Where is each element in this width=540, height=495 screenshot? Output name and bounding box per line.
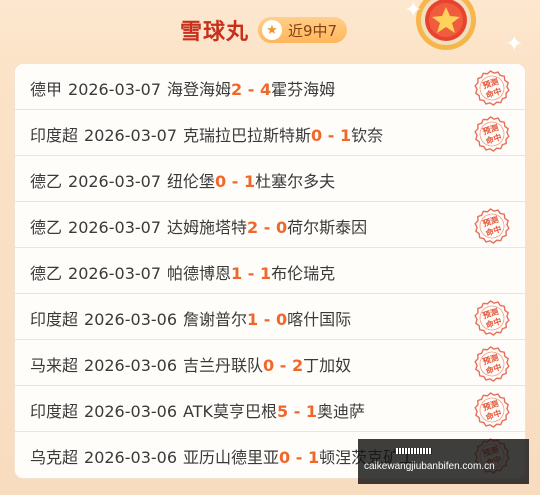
- league: 马来超: [30, 356, 79, 375]
- home-score: 1: [247, 310, 259, 329]
- match-row[interactable]: 印度超 2026-03-06 ATK莫亨巴根5 - 1奥迪萨 预测 命中: [15, 386, 525, 432]
- home-team: 海登海姆: [167, 80, 232, 99]
- away-team: 霍芬海姆: [271, 80, 336, 99]
- sparkle-icon: ✦: [404, 0, 423, 23]
- away-score: 2: [291, 356, 304, 375]
- league: 德乙: [30, 264, 63, 283]
- home-score: 1: [231, 264, 243, 283]
- match-info: 德乙 2026-03-07 达姆施塔特2 - 0荷尔斯泰因: [30, 218, 368, 237]
- away-score: 0: [275, 310, 288, 329]
- league: 乌克超: [30, 448, 79, 467]
- home-score: 0: [279, 448, 291, 467]
- sparkle-icon: ✦: [505, 32, 524, 57]
- site-watermark: caikewangjiubanbifen.com.cn: [358, 439, 529, 484]
- away-team: 杜塞尔多夫: [255, 172, 336, 191]
- prediction-hit-stamp: 预测命中: [474, 116, 510, 152]
- match-date: 2026-03-06: [84, 356, 177, 375]
- away-score: 1: [339, 126, 352, 145]
- home-team: 亚历山德里亚: [183, 448, 280, 467]
- match-row[interactable]: 德乙 2026-03-07 帕德博恩1 - 1布伦瑞克: [15, 248, 525, 294]
- home-team: 帕德博恩: [167, 264, 232, 283]
- match-info: 德乙 2026-03-07 纽伦堡0 - 1杜塞尔多夫: [30, 172, 336, 191]
- watermark-logo-icon: [396, 448, 432, 454]
- match-info: 印度超 2026-03-07 克瑞拉巴拉斯特斯0 - 1钦奈: [30, 126, 384, 145]
- home-team: 詹谢普尔: [183, 310, 248, 329]
- match-info: 印度超 2026-03-06 ATK莫亨巴根5 - 1奥迪萨: [30, 402, 366, 421]
- prediction-hit-stamp: 预测命中: [474, 346, 510, 382]
- match-row[interactable]: 印度超 2026-03-06 詹谢普尔1 - 0喀什国际 预测 命中: [15, 294, 525, 340]
- prediction-hit-stamp: 预测命中: [474, 208, 510, 244]
- home-score: 2: [247, 218, 259, 237]
- match-date: 2026-03-06: [84, 310, 177, 329]
- home-team: 纽伦堡: [167, 172, 216, 191]
- home-score: 0: [215, 172, 227, 191]
- prediction-hit-stamp: 预测命中: [474, 70, 510, 106]
- prediction-hit-stamp: 预测命中: [474, 300, 510, 336]
- league: 印度超: [30, 402, 79, 421]
- away-team: 钦奈: [351, 126, 384, 145]
- match-info: 印度超 2026-03-06 詹谢普尔1 - 0喀什国际: [30, 310, 352, 329]
- match-row[interactable]: 马来超 2026-03-06 吉兰丹联队0 - 2丁加奴 预测 命中: [15, 340, 525, 386]
- away-score: 0: [275, 218, 288, 237]
- league: 德甲: [30, 80, 63, 99]
- match-date: 2026-03-06: [84, 402, 177, 421]
- home-score: 0: [311, 126, 323, 145]
- header: 雪球丸 ★ 近9中7 ✦ ✦: [0, 0, 540, 62]
- home-team: ATK莫亨巴根: [183, 402, 277, 421]
- away-team: 喀什国际: [287, 310, 352, 329]
- league: 德乙: [30, 218, 63, 237]
- streak-text: 近9中7: [288, 21, 338, 40]
- match-info: 德甲 2026-03-07 海登海姆2 - 4霍芬海姆: [30, 80, 336, 99]
- expert-name: 雪球丸: [180, 20, 250, 45]
- away-score: 1: [305, 402, 318, 421]
- away-team: 布伦瑞克: [271, 264, 336, 283]
- match-info: 马来超 2026-03-06 吉兰丹联队0 - 2丁加奴: [30, 356, 352, 375]
- match-row[interactable]: 德乙 2026-03-07 纽伦堡0 - 1杜塞尔多夫: [15, 156, 525, 202]
- watermark-domain: caikewangjiubanbifen.com.cn: [364, 461, 495, 472]
- match-date: 2026-03-06: [84, 448, 177, 467]
- star-icon: ★: [262, 20, 282, 40]
- match-date: 2026-03-07: [68, 80, 161, 99]
- away-team: 丁加奴: [303, 356, 352, 375]
- home-score: 0: [263, 356, 275, 375]
- prediction-hit-stamp: 预测命中: [474, 392, 510, 428]
- match-info: 德乙 2026-03-07 帕德博恩1 - 1布伦瑞克: [30, 264, 336, 283]
- home-team: 达姆施塔特: [167, 218, 248, 237]
- match-date: 2026-03-07: [68, 264, 161, 283]
- league: 德乙: [30, 172, 63, 191]
- home-score: 2: [231, 80, 243, 99]
- match-date: 2026-03-07: [68, 172, 161, 191]
- match-list: 德甲 2026-03-07 海登海姆2 - 4霍芬海姆 预测 命中 印度超 2026-0…: [15, 64, 525, 478]
- match-date: 2026-03-07: [84, 126, 177, 145]
- home-score: 5: [276, 402, 289, 421]
- league: 印度超: [30, 126, 79, 145]
- home-team: 吉兰丹联队: [183, 356, 264, 375]
- away-team: 奥迪萨: [317, 402, 366, 421]
- streak-badge: ★ 近9中7: [258, 17, 348, 43]
- home-team: 克瑞拉巴拉斯特斯: [183, 126, 312, 145]
- away-score: 1: [243, 172, 256, 191]
- prediction-card: 雪球丸 ★ 近9中7 ✦ ✦ 德甲 2026-03-07 海登海姆2 - 4霍芬海姆…: [0, 0, 540, 495]
- away-score: 1: [259, 264, 272, 283]
- match-row[interactable]: 德甲 2026-03-07 海登海姆2 - 4霍芬海姆 预测 命中: [15, 64, 525, 110]
- match-row[interactable]: 德乙 2026-03-07 达姆施塔特2 - 0荷尔斯泰因 预测 命中: [15, 202, 525, 248]
- match-date: 2026-03-07: [68, 218, 161, 237]
- away-score: 4: [259, 80, 272, 99]
- league: 印度超: [30, 310, 79, 329]
- away-score: 1: [307, 448, 320, 467]
- away-team: 荷尔斯泰因: [287, 218, 368, 237]
- match-row[interactable]: 印度超 2026-03-07 克瑞拉巴拉斯特斯0 - 1钦奈 预测 命中: [15, 110, 525, 156]
